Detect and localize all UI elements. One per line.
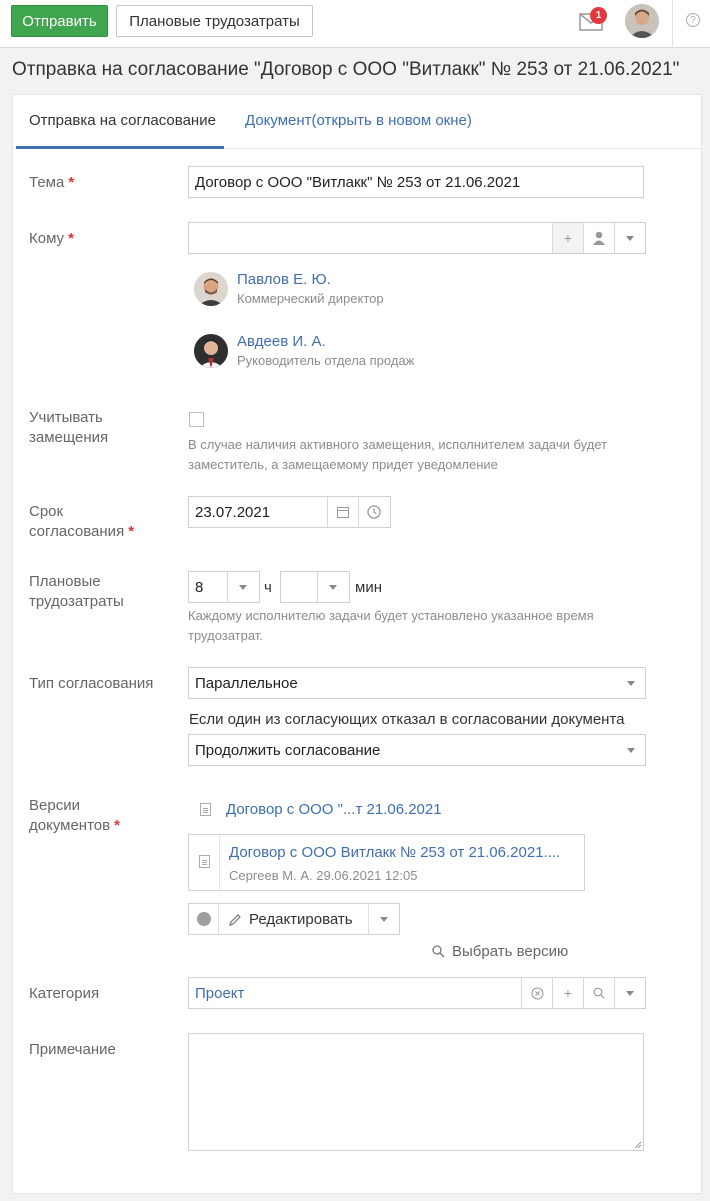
deadline-input[interactable]: 23.07.2021: [188, 496, 391, 528]
chevron-down-icon[interactable]: [368, 904, 399, 934]
chevron-down-icon: [627, 748, 635, 753]
note-label: Примечание: [29, 1041, 116, 1058]
recipient-role: Руководитель отдела продаж: [237, 353, 415, 368]
planned-effort-hint: Каждому исполнителю задачи будет установ…: [188, 608, 594, 643]
chevron-down-icon[interactable]: [614, 978, 645, 1008]
help-icon[interactable]: ?: [686, 13, 700, 27]
search-icon: [432, 945, 445, 958]
toolbar: Отправить Плановые трудозатраты 1 ?: [0, 0, 710, 48]
planned-effort-button[interactable]: Плановые трудозатраты: [116, 5, 313, 37]
active-tab-indicator: [16, 146, 224, 149]
search-icon[interactable]: [583, 978, 614, 1008]
calendar-icon[interactable]: [327, 497, 358, 527]
document-link[interactable]: Договор с ООО "...т 21.06.2021: [226, 801, 442, 818]
substitution-checkbox[interactable]: [189, 412, 204, 427]
version-card[interactable]: Договор с ООО Витлакк № 253 от 21.06.202…: [188, 834, 585, 891]
rejection-select[interactable]: Продолжить согласование: [188, 734, 646, 766]
versions-label: Версии документов *: [29, 797, 120, 834]
category-input[interactable]: Проект +: [188, 977, 646, 1009]
toolbar-divider: [672, 0, 673, 48]
status-icon[interactable]: [189, 904, 219, 934]
avatar: [194, 334, 228, 368]
subject-label: Тема *: [29, 174, 75, 191]
substitution-hint: В случае наличия активного замещения, ис…: [188, 437, 608, 472]
approval-type-label: Тип согласования: [29, 675, 154, 692]
document-icon: [199, 855, 210, 868]
hours-unit: ч: [264, 579, 272, 596]
planned-effort-label: Плановые трудозатраты: [29, 573, 124, 610]
tab-send-for-approval[interactable]: Отправка на согласование: [29, 112, 216, 129]
chevron-down-icon[interactable]: [227, 572, 258, 602]
notification-badge: 1: [590, 7, 607, 24]
to-input[interactable]: +: [188, 222, 646, 254]
clock-icon[interactable]: [358, 497, 389, 527]
page-title: Отправка на согласование "Договор с ООО …: [12, 59, 680, 80]
recipient-role: Коммерческий директор: [237, 291, 384, 306]
pencil-icon: [229, 913, 241, 926]
deadline-label: Срок согласования *: [29, 503, 135, 540]
clear-icon[interactable]: [521, 978, 552, 1008]
recipient-name[interactable]: Павлов Е. Ю.: [237, 271, 331, 288]
recipient-name[interactable]: Авдеев И. А.: [237, 333, 326, 350]
chevron-down-icon[interactable]: [614, 223, 645, 253]
hours-select[interactable]: 8: [188, 571, 260, 603]
note-textarea[interactable]: [188, 1033, 644, 1151]
chevron-down-icon: [627, 681, 635, 686]
tabs: Отправка на согласование Документ(открыт…: [13, 95, 701, 149]
resize-handle-icon[interactable]: [633, 1140, 642, 1149]
to-label: Кому *: [29, 230, 74, 247]
tab-document[interactable]: Документ(открыть в новом окне): [245, 112, 472, 129]
add-icon[interactable]: +: [552, 223, 583, 253]
add-icon[interactable]: +: [552, 978, 583, 1008]
approval-type-select[interactable]: Параллельное: [188, 667, 646, 699]
user-avatar[interactable]: [625, 4, 659, 38]
person-icon[interactable]: [583, 223, 614, 253]
send-button[interactable]: Отправить: [11, 5, 108, 37]
subject-input[interactable]: Договор с ООО "Витлакк" № 253 от 21.06.2…: [188, 166, 644, 198]
edit-button-group: Редактировать: [188, 903, 400, 935]
minutes-select[interactable]: [280, 571, 350, 603]
substitution-label: Учитывать замещения: [29, 409, 109, 446]
minutes-unit: мин: [355, 579, 382, 596]
version-card-divider: [219, 835, 220, 890]
category-label: Категория: [29, 985, 100, 1002]
choose-version-link[interactable]: Выбрать версию: [432, 943, 568, 960]
version-title[interactable]: Договор с ООО Витлакк № 253 от 21.06.202…: [229, 844, 560, 861]
document-icon: [200, 803, 211, 816]
rejection-label: Если один из согласующих отказал в согла…: [189, 711, 625, 728]
chevron-down-icon[interactable]: [317, 572, 348, 602]
avatar: [194, 272, 228, 306]
version-meta: Сергеев М. А. 29.06.2021 12:05: [229, 868, 418, 883]
edit-button[interactable]: Редактировать: [219, 904, 368, 934]
approval-form-card: Отправка на согласование Документ(открыт…: [12, 94, 702, 1194]
